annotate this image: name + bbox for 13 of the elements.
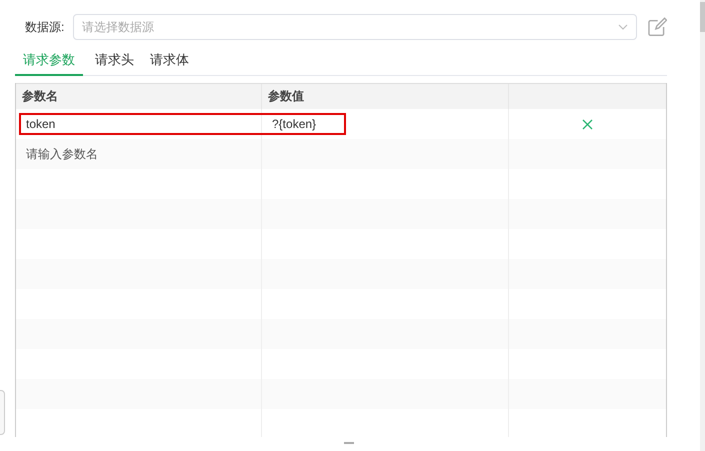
scrollbar-thumb[interactable] bbox=[700, 2, 705, 32]
column-header: 参数值 bbox=[268, 89, 304, 103]
tab[interactable]: 请求头 bbox=[91, 49, 138, 76]
select-placeholder: 请选择数据源 bbox=[82, 19, 155, 36]
param-name-input[interactable]: token bbox=[26, 115, 251, 133]
edit-icon[interactable] bbox=[648, 17, 667, 37]
chevron-down-icon bbox=[618, 24, 628, 30]
param-value-input[interactable]: ?{token} bbox=[272, 115, 498, 133]
close-icon[interactable] bbox=[582, 118, 593, 130]
datasource-label: 数据源: bbox=[25, 19, 66, 36]
resize-handle[interactable] bbox=[344, 442, 354, 444]
tab[interactable]: 请求体 bbox=[146, 49, 193, 76]
column-header: 参数名 bbox=[22, 89, 58, 103]
